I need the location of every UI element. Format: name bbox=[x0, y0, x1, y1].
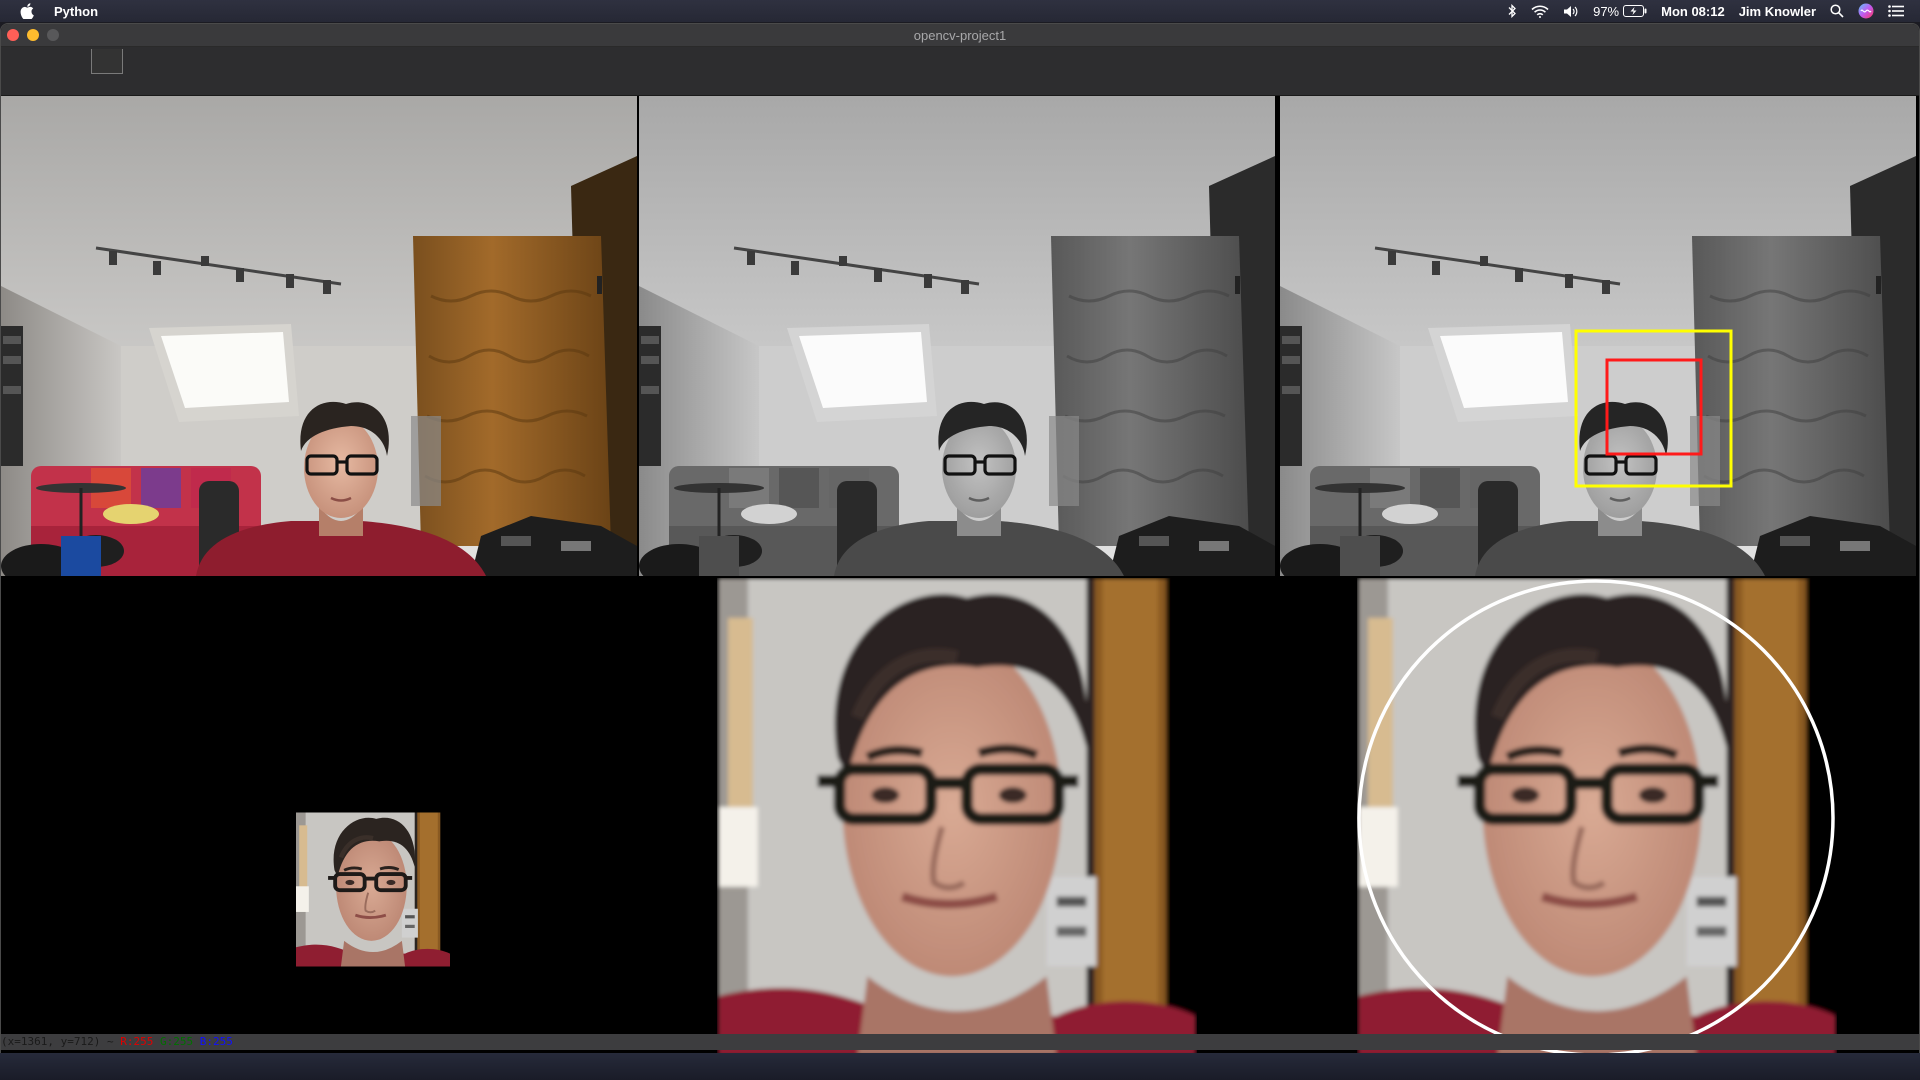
face-zoom-circled bbox=[1357, 578, 1837, 1054]
wifi-icon[interactable] bbox=[1531, 5, 1549, 18]
cursor-coordinates: (x=1361, y=712) ~ bbox=[1, 1035, 121, 1048]
status-bar: (x=1361, y=712) ~ R:255 G:255 B:255 bbox=[1, 1034, 1919, 1050]
toolbar-button[interactable] bbox=[91, 49, 123, 74]
face-zoom bbox=[717, 578, 1197, 1055]
pixel-red-value: R:255 bbox=[120, 1035, 154, 1048]
battery-icon[interactable] bbox=[1623, 5, 1647, 17]
bluetooth-icon[interactable] bbox=[1507, 4, 1517, 18]
apple-icon[interactable] bbox=[20, 3, 34, 19]
opencv-window: opencv-project1 (x=1361, y=712) ~ R:255 … bbox=[0, 23, 1920, 1055]
detection-frame bbox=[1277, 96, 1919, 576]
menu-bar: Python 97% Mon 08:12 Jim Knowler bbox=[0, 0, 1920, 22]
siri-icon[interactable] bbox=[1858, 3, 1874, 19]
menubar-user[interactable]: Jim Knowler bbox=[1739, 4, 1816, 19]
window-toolbar bbox=[1, 47, 1919, 96]
volume-icon[interactable] bbox=[1563, 5, 1579, 18]
grayscale-frame bbox=[637, 96, 1277, 576]
image-canvas[interactable] bbox=[1, 96, 1919, 1055]
menubar-clock[interactable]: Mon 08:12 bbox=[1661, 4, 1725, 19]
pixel-blue-value: B:255 bbox=[199, 1035, 233, 1048]
window-titlebar[interactable]: opencv-project1 bbox=[1, 24, 1919, 47]
face-thumbnail bbox=[296, 812, 450, 967]
battery-percentage: 97% bbox=[1593, 3, 1620, 19]
desktop-background bbox=[0, 1053, 1920, 1080]
app-menu-python[interactable]: Python bbox=[54, 4, 98, 19]
window-title: opencv-project1 bbox=[913, 28, 1007, 43]
notification-center-icon[interactable] bbox=[1888, 5, 1904, 17]
spotlight-icon[interactable] bbox=[1830, 4, 1844, 18]
original-color-frame bbox=[1, 96, 637, 576]
pixel-green-value: G:255 bbox=[159, 1035, 194, 1048]
